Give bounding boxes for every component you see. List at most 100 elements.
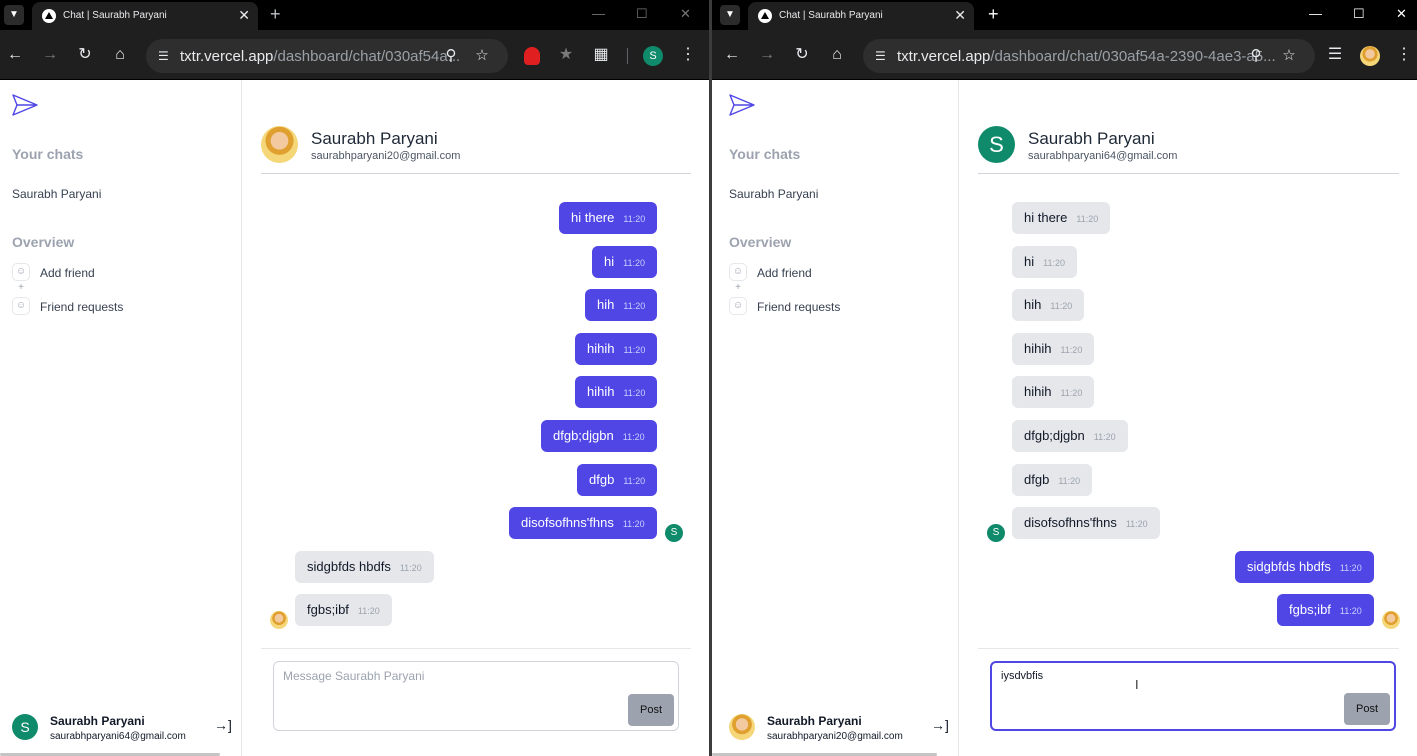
message-time: 11:20 [622,432,645,442]
message-composer[interactable]: Message Saurabh Paryani Post [273,661,679,731]
maximize-icon[interactable]: ☐ [1353,7,1365,21]
message-time: 11:20 [357,606,380,616]
profile-avatar[interactable]: S [643,46,663,66]
text-cursor-icon: I [1135,677,1139,692]
minimize-icon[interactable]: — [592,7,605,21]
tab-title: Chat | Saurabh Paryani [779,10,883,21]
maximize-icon[interactable]: ☐ [636,7,648,21]
sidebar-item-label: Add friend [40,266,95,280]
sidebar: Your chats Saurabh Paryani Overview ☺+ A… [0,80,242,756]
message-time: 11:20 [623,258,645,268]
message-bubble: hi 11:20 [1012,246,1077,278]
page: Your chats Saurabh Paryani Overview ☺+ A… [712,80,1417,756]
url-host: txtr.vercel.app [897,48,991,65]
forward-icon[interactable]: → [757,45,777,65]
minimize-icon[interactable]: — [1309,7,1322,21]
avatar: S [978,126,1015,163]
message-bubble: fgbs;ibf 11:20 [1277,594,1374,626]
message-text: hi there [1024,210,1068,225]
menu-kebab-icon[interactable]: ⋮ [678,45,698,65]
close-window-icon[interactable]: ✕ [1396,7,1407,21]
message-bubble: hih 11:20 [1012,289,1085,321]
logout-icon[interactable]: →] [214,717,232,733]
message-time: 11:20 [622,519,645,529]
chat-partner-email: saurabhparyani64@gmail.com [1028,150,1178,162]
message-bubble: hi there 11:20 [559,202,658,234]
send-logo-icon[interactable] [729,94,755,116]
new-tab-icon[interactable]: + [270,5,281,23]
profile-avatar-icon[interactable] [1360,46,1380,66]
message-text: hihih [1024,341,1052,356]
avatar [270,611,288,629]
message-text: hi there [571,210,615,225]
post-button[interactable]: Post [628,694,674,726]
close-window-icon[interactable]: ✕ [680,7,691,21]
avatar: S [987,524,1005,542]
message-time: 11:20 [1125,519,1148,529]
message-input[interactable]: Message Saurabh Paryani [283,669,424,683]
message-bubble: hihih 11:20 [575,333,658,365]
extension-shield-icon[interactable] [524,47,540,65]
message-time: 11:20 [623,388,646,398]
reload-icon[interactable]: ↻ [75,45,95,65]
message-text: hi [1024,254,1035,269]
url-path: /dashboard/chat/030af54a-2390-4ae3-a5... [990,48,1276,65]
menu-kebab-icon[interactable]: ⋮ [1394,45,1414,65]
avatar [1382,611,1400,629]
tab-search-icon[interactable]: ▼ [720,5,740,25]
extension-star-icon[interactable]: ★ [556,45,576,65]
message-input[interactable]: iysdvbfis [1001,670,1043,682]
post-button[interactable]: Post [1344,693,1390,725]
url-host: txtr.vercel.app [180,48,274,65]
tab-chat[interactable]: Chat | Saurabh Paryani ✕ [748,2,974,30]
extensions-puzzle-icon[interactable]: ▦ [591,45,611,65]
message-time: 11:20 [623,214,646,224]
zoom-icon[interactable]: ⚲ [442,47,460,65]
message-text: sidgbfds hbdfs [1247,559,1331,574]
tab-search-icon[interactable]: ▼ [4,5,24,25]
reload-icon[interactable]: ↻ [792,45,812,65]
media-controls-icon[interactable]: ☰ [1325,45,1345,65]
sidebar-chat-item[interactable]: Saurabh Paryani [12,187,101,201]
message-text: disofsofhns'fhns [1024,515,1117,530]
message-text: hihih [587,341,615,356]
send-logo-icon[interactable] [12,94,38,116]
message-time: 11:20 [1093,432,1116,442]
message-time: 11:20 [1076,214,1099,224]
your-chats-heading: Your chats [729,146,801,162]
message-composer[interactable]: iysdvbfis I Post [990,661,1396,731]
close-tab-icon[interactable]: ✕ [954,7,966,23]
tab-strip: ▼ Chat | Saurabh Paryani ✕ + — ☐ ✕ [0,0,709,30]
message-text: hihih [1024,384,1052,399]
address-bar[interactable]: ☰ txtr.vercel.app/dashboard/chat/030af54… [146,39,508,73]
site-info-icon[interactable]: ☰ [158,48,174,64]
bookmark-star-icon[interactable]: ☆ [1280,47,1298,65]
user-icon: ☺ [729,297,747,315]
vercel-favicon-icon [42,9,56,23]
chat-partner-name: Saurabh Paryani [1028,129,1155,148]
message-text: dfgb;djgbn [1024,428,1085,443]
sidebar-item-label: Friend requests [40,300,124,314]
address-bar[interactable]: ☰ txtr.vercel.app/dashboard/chat/030af54… [863,39,1315,73]
home-icon[interactable]: ⌂ [110,45,130,65]
new-tab-icon[interactable]: + [988,5,999,23]
user-icon: ☺ [12,297,30,315]
message-text: hihih [587,384,615,399]
home-icon[interactable]: ⌂ [827,45,847,65]
message-time: 11:20 [1050,301,1073,311]
zoom-icon[interactable]: ⚲ [1247,47,1265,65]
message-bubble: dfgb 11:20 [1012,464,1093,496]
user-email: saurabhparyani20@gmail.com [767,731,903,742]
logout-icon[interactable]: →] [931,717,949,733]
forward-icon[interactable]: → [40,45,60,65]
back-icon[interactable]: ← [722,45,742,65]
chat-header: Saurabh Paryani saurabhparyani20@gmail.c… [261,124,691,174]
vercel-favicon-icon [758,9,772,23]
site-info-icon[interactable]: ☰ [875,48,891,64]
close-tab-icon[interactable]: ✕ [238,7,250,23]
bookmark-star-icon[interactable]: ☆ [473,47,491,65]
back-icon[interactable]: ← [5,45,25,65]
sidebar-chat-item[interactable]: Saurabh Paryani [729,187,818,201]
overview-heading: Overview [12,234,75,250]
tab-chat[interactable]: Chat | Saurabh Paryani ✕ [32,2,258,30]
